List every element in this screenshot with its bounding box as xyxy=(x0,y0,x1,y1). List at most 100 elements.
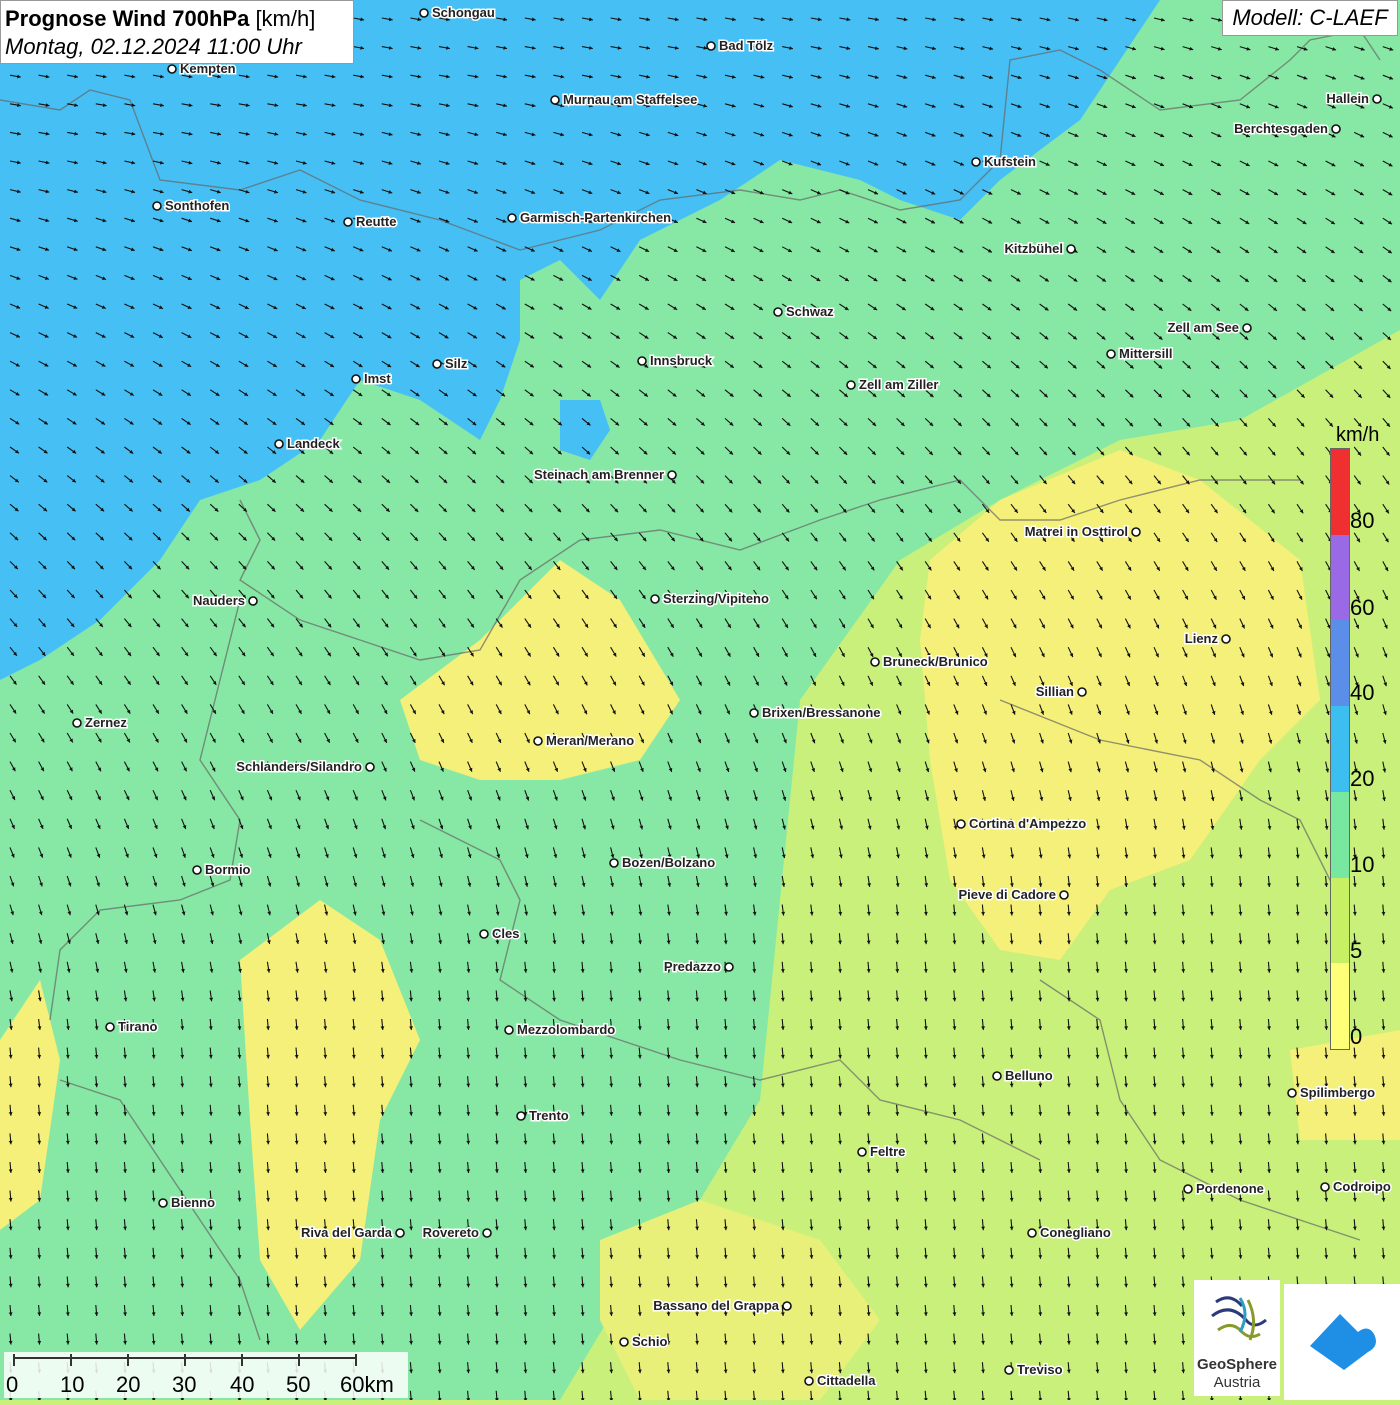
city-label: Sonthofen xyxy=(165,198,229,213)
legend-swatch xyxy=(1331,620,1349,706)
title-main: Prognose Wind 700hPa xyxy=(5,6,249,31)
city-marker: Cortina d'Ampezzo xyxy=(957,816,1086,831)
city-label: Predazzo xyxy=(664,959,721,974)
city-marker: Meran/Merano xyxy=(534,733,634,748)
city-dot xyxy=(517,1112,525,1120)
city-marker: Schlanders/Silandro xyxy=(236,759,374,774)
city-dot xyxy=(275,440,283,448)
city-label: Bruneck/Brunico xyxy=(883,654,988,669)
city-label: Treviso xyxy=(1017,1362,1063,1377)
geosphere-logo-icon xyxy=(1194,1280,1280,1356)
city-label: Cittadella xyxy=(817,1373,876,1388)
city-dot xyxy=(957,820,965,828)
city-label: Sillian xyxy=(1036,684,1074,699)
city-dot xyxy=(1107,350,1115,358)
city-label: Murnau am Staffelsee xyxy=(563,92,697,107)
city-label: Lienz xyxy=(1185,631,1219,646)
city-label: Nauders xyxy=(193,593,245,608)
city-label: Meran/Merano xyxy=(546,733,634,748)
city-marker: Mezzolombardo xyxy=(505,1022,615,1037)
city-label: Zell am Ziller xyxy=(859,377,938,392)
map-timestamp: Montag, 02.12.2024 11:00 Uhr xyxy=(5,33,349,61)
city-label: Pieve di Cadore xyxy=(958,887,1056,902)
city-dot xyxy=(551,96,559,104)
legend-swatch xyxy=(1331,706,1349,792)
city-marker: Bozen/Bolzano xyxy=(610,855,715,870)
title-box: Prognose Wind 700hPa [km/h] Montag, 02.1… xyxy=(0,0,354,64)
city-label: Bormio xyxy=(205,862,251,877)
city-dot xyxy=(707,42,715,50)
city-label: Landeck xyxy=(287,436,341,451)
legend-unit: km/h xyxy=(1336,424,1379,447)
city-dot xyxy=(993,1072,1001,1080)
scale-label: 10 xyxy=(60,1372,84,1398)
city-dot xyxy=(1067,245,1075,253)
wind-map: SchongauBad TölzKemptenMurnau am Staffel… xyxy=(0,0,1400,1400)
city-marker: Riva del Garda xyxy=(301,1225,404,1240)
city-label: Mezzolombardo xyxy=(517,1022,615,1037)
brand-name-line1: GeoSphere xyxy=(1194,1356,1280,1373)
city-marker: Bassano del Grappa xyxy=(653,1298,791,1313)
city-dot xyxy=(193,866,201,874)
city-dot xyxy=(153,202,161,210)
city-dot xyxy=(1222,635,1230,643)
scale-label: 50 xyxy=(286,1372,310,1398)
city-label: Schongau xyxy=(432,5,495,20)
city-dot xyxy=(433,360,441,368)
legend-label: 5 xyxy=(1350,938,1362,964)
city-marker: Brixen/Bressanone xyxy=(750,705,881,720)
city-dot xyxy=(725,963,733,971)
legend-swatch xyxy=(1331,535,1349,621)
city-dot xyxy=(1184,1185,1192,1193)
city-label: Bienno xyxy=(171,1195,215,1210)
city-dot xyxy=(1373,95,1381,103)
city-label: Hallein xyxy=(1326,91,1369,106)
city-dot xyxy=(1132,528,1140,536)
city-dot xyxy=(505,1026,513,1034)
city-dot xyxy=(638,357,646,365)
city-marker: Matrei in Osttirol xyxy=(1025,524,1140,539)
legend-swatch xyxy=(1331,449,1349,535)
city-marker: Pieve di Cadore xyxy=(958,887,1068,902)
city-dot xyxy=(610,859,618,867)
city-dot xyxy=(508,214,516,222)
city-label: Schio xyxy=(632,1334,667,1349)
city-label: Silz xyxy=(445,356,468,371)
city-dot xyxy=(352,375,360,383)
city-label: Sterzing/Vipiteno xyxy=(663,591,769,606)
city-marker: Berchtesgaden xyxy=(1234,121,1340,136)
city-dot xyxy=(620,1338,628,1346)
city-marker: Conegliano xyxy=(1028,1225,1111,1240)
city-label: Zernez xyxy=(85,715,127,730)
app-logo xyxy=(1284,1284,1400,1400)
city-label: Kitzbühel xyxy=(1005,241,1064,256)
city-label: Steinach am Brenner xyxy=(534,467,664,482)
city-marker: Zell am See xyxy=(1167,320,1251,335)
city-label: Reutte xyxy=(356,214,396,229)
legend-label: 10 xyxy=(1350,852,1374,878)
city-marker: Steinach am Brenner xyxy=(534,467,676,482)
brand-name-line2: Austria xyxy=(1194,1374,1280,1391)
city-label: Belluno xyxy=(1005,1068,1053,1083)
city-label: Zell am See xyxy=(1167,320,1239,335)
city-marker: Garmisch-Partenkirchen xyxy=(508,210,671,225)
city-dot xyxy=(480,930,488,938)
city-label: Schwaz xyxy=(786,304,834,319)
map-title: Prognose Wind 700hPa [km/h] xyxy=(5,5,349,33)
city-dot xyxy=(750,709,758,717)
city-label: Garmisch-Partenkirchen xyxy=(520,210,671,225)
city-label: Feltre xyxy=(870,1144,905,1159)
city-dot xyxy=(1243,324,1251,332)
city-dot xyxy=(847,381,855,389)
scale-label: 60km xyxy=(340,1372,394,1398)
legend-label: 0 xyxy=(1350,1024,1362,1050)
city-label: Cortina d'Ampezzo xyxy=(969,816,1086,831)
city-dot xyxy=(1288,1089,1296,1097)
city-label: Cles xyxy=(492,926,519,941)
city-dot xyxy=(774,308,782,316)
city-label: Tirano xyxy=(118,1019,158,1034)
city-marker: Pordenone xyxy=(1184,1181,1264,1196)
city-label: Kufstein xyxy=(984,154,1036,169)
legend-label: 60 xyxy=(1350,595,1374,621)
legend-colorbar xyxy=(1330,448,1350,1050)
